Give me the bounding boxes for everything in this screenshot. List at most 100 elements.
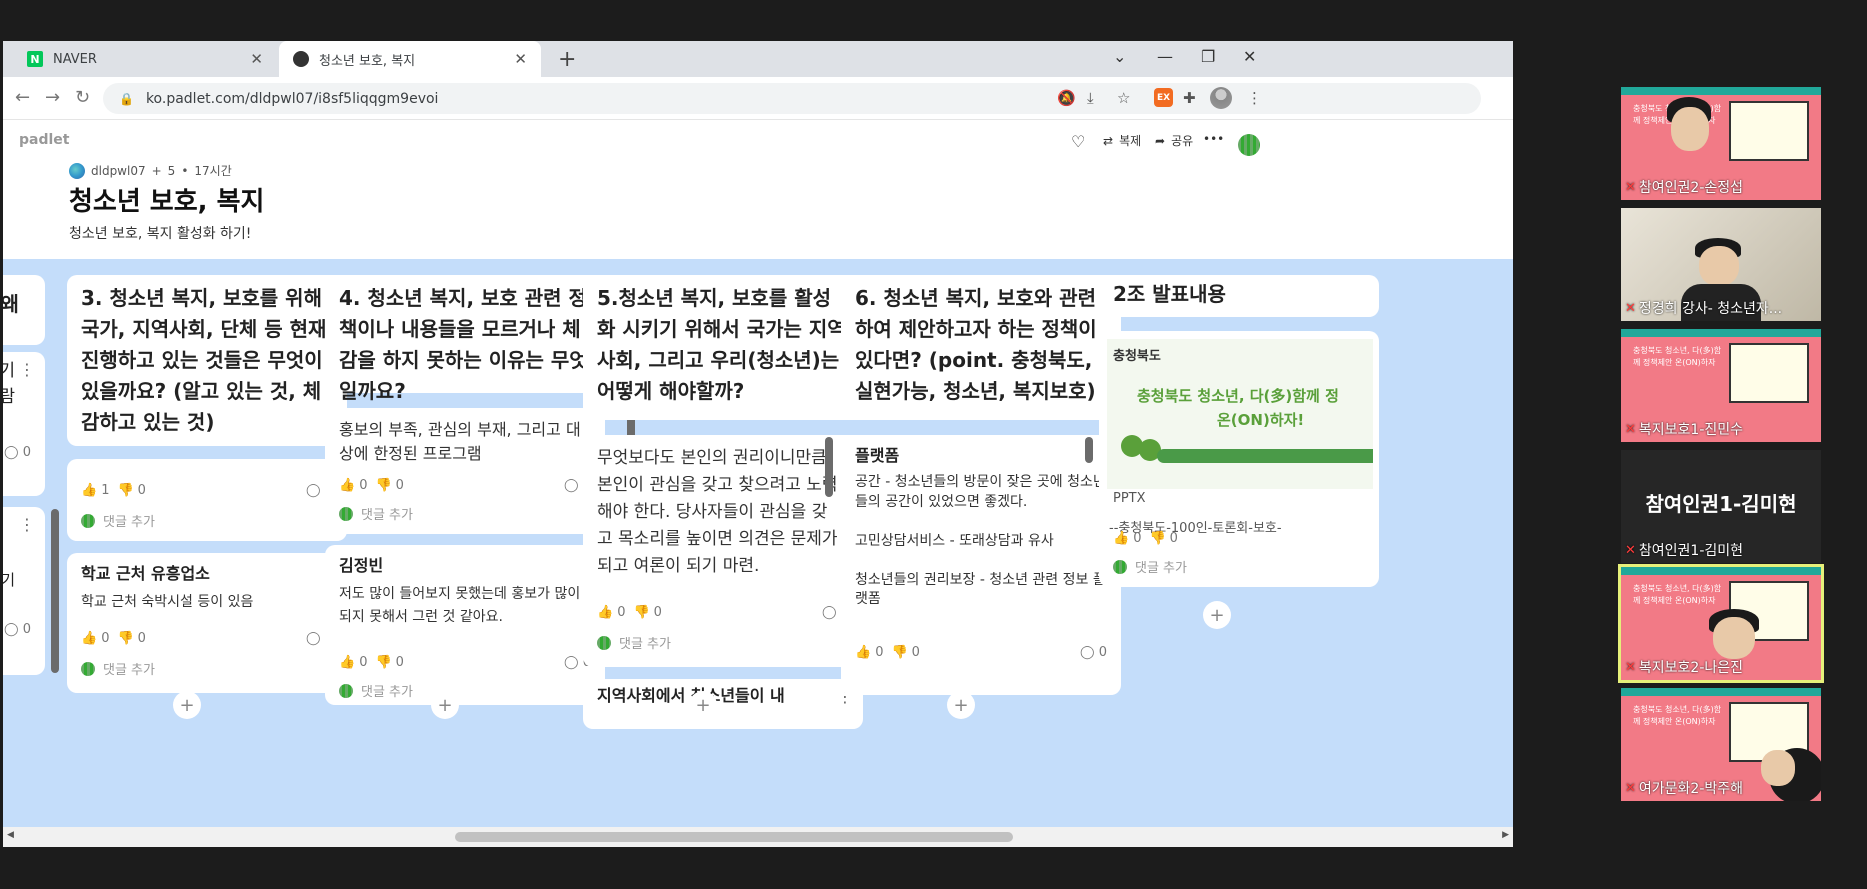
contributors-count: 5 bbox=[167, 163, 176, 178]
like-icon[interactable]: 👍 bbox=[81, 631, 97, 646]
like-icon[interactable]: 👍 bbox=[1113, 531, 1129, 546]
post-card[interactable]: ⋮ 지역사회에서 청소년들이 내 bbox=[583, 679, 863, 729]
column-scrollbar[interactable] bbox=[825, 437, 833, 497]
remix-button[interactable]: ⇄ 복제 bbox=[1103, 132, 1141, 149]
comment-count[interactable]: ◯ 0 bbox=[4, 445, 31, 460]
forward-icon[interactable]: → bbox=[45, 87, 60, 108]
add-post-button[interactable]: + bbox=[173, 691, 201, 719]
like-count: 1 bbox=[101, 483, 110, 498]
like-icon[interactable]: 👍 bbox=[855, 645, 871, 660]
new-tab-icon[interactable]: + bbox=[558, 47, 576, 72]
column-header: 5.청소년 복지, 보호를 활성화 시키기 위해서 국가는 지역사회, 그리고 … bbox=[583, 275, 863, 420]
scrollbar-thumb[interactable] bbox=[455, 832, 1013, 842]
close-window-icon[interactable]: ✕ bbox=[1243, 47, 1256, 66]
post-card[interactable]: ⋮ 김정빈 저도 많이 들어보지 못했는데 홍보가 많이 되지 못해서 그런 것… bbox=[325, 545, 605, 705]
dislike-icon[interactable]: 👎 bbox=[891, 645, 907, 660]
more-options-button[interactable]: ••• bbox=[1203, 132, 1224, 146]
tab-padlet[interactable]: 청소년 보호, 복지 ✕ bbox=[279, 41, 541, 77]
post-card[interactable]: 👍1 👎0 ◯ 0 댓글 추가 bbox=[67, 459, 347, 541]
share-button[interactable]: ➦ 공유 bbox=[1155, 132, 1193, 149]
participant-display-name: 참여인권1-김미현 bbox=[1645, 492, 1797, 516]
add-comment[interactable]: 댓글 추가 bbox=[81, 511, 155, 530]
like-icon[interactable]: 👍 bbox=[339, 655, 355, 670]
post-title: 지역사회에서 청소년들이 내 bbox=[597, 686, 785, 705]
add-post-button[interactable]: + bbox=[1203, 601, 1231, 629]
browser-menu-icon[interactable]: ⋮ bbox=[1247, 89, 1262, 107]
add-comment[interactable]: 댓글 추가 bbox=[339, 504, 413, 523]
restore-icon[interactable]: ❐ bbox=[1201, 47, 1215, 66]
notifications-blocked-icon[interactable]: 🔕 bbox=[1057, 89, 1076, 107]
dislike-icon[interactable]: 👎 bbox=[117, 483, 133, 498]
commenter-avatar bbox=[1113, 559, 1127, 574]
post-card[interactable]: ⋮ 무엇보다도 본인의 권리이니만큼 본인이 관심을 갖고 찾으려고 노력해야 … bbox=[583, 435, 863, 667]
add-post-button[interactable]: + bbox=[947, 691, 975, 719]
dislike-icon[interactable]: 👎 bbox=[375, 655, 391, 670]
slide-caption: 충청북도 청소년, 다(多)함께 정책제안 온(ON)하자 bbox=[1633, 346, 1722, 367]
bookmark-star-icon[interactable]: ☆ bbox=[1117, 89, 1130, 107]
slide-stripe bbox=[1621, 87, 1821, 95]
favorite-heart-icon[interactable]: ♡ bbox=[1071, 132, 1085, 151]
back-icon[interactable]: ← bbox=[15, 87, 30, 108]
comment-count[interactable]: ◯ 0 bbox=[4, 622, 31, 637]
author-name[interactable]: dldpwl07 bbox=[91, 164, 146, 178]
participant-tile[interactable]: ✕ 정경희 강사- 청소년자... bbox=[1621, 208, 1821, 321]
column-scrollbar[interactable] bbox=[51, 509, 59, 673]
reactions: 👍 0 👎 0 bbox=[597, 605, 662, 620]
participant-tile[interactable]: 충청북도 청소년, 다(多)함께 정책제안 온(ON)하자 ✕참여인권2-손정섭 bbox=[1621, 87, 1821, 200]
participant-face bbox=[1761, 750, 1795, 786]
close-tab-icon[interactable]: ✕ bbox=[514, 50, 527, 68]
profile-avatar[interactable] bbox=[1210, 87, 1232, 109]
extension-icon[interactable]: EX bbox=[1154, 88, 1173, 107]
column-header: 6. 청소년 복지, 보호와 관련하여 제안하고자 하는 정책이 있다면? (p… bbox=[841, 275, 1121, 420]
url-field[interactable]: 🔒 ko.padlet.com/dldpwl07/i8sf5liqqgm9evo… bbox=[103, 83, 1481, 114]
tab-naver[interactable]: N NAVER ✕ bbox=[13, 41, 277, 77]
account-avatar[interactable] bbox=[1238, 134, 1260, 156]
participant-tile[interactable]: 충청북도 청소년, 다(多)함께 정책제안 온(ON)하자 ✕ 복지보호1-진민수 bbox=[1621, 329, 1821, 442]
post-card[interactable]: 홍보의 부족, 관심의 부재, 그리고 대상에 한정된 프로그램 👍 0 👎 0 ◯… bbox=[325, 408, 605, 534]
updated-time: 17시간 bbox=[194, 164, 232, 178]
add-comment[interactable]: 댓글 추가 bbox=[1113, 557, 1187, 576]
horizontal-scrollbar[interactable]: ◀ ▶ bbox=[3, 827, 1513, 847]
slide-stripe bbox=[1621, 688, 1821, 696]
add-comment[interactable]: 댓글 추가 bbox=[81, 659, 155, 678]
dislike-icon[interactable]: 👎 bbox=[1149, 531, 1165, 546]
column-scrollbar[interactable] bbox=[1085, 437, 1093, 463]
add-comment[interactable]: 댓글 추가 bbox=[597, 633, 671, 652]
add-comment[interactable]: 댓글 추가 bbox=[339, 681, 413, 700]
post-body: 홍보의 부족, 관심의 부재, 그리고 대상에 한정된 프로그램 bbox=[339, 420, 581, 463]
padlet-logo[interactable]: padlet bbox=[19, 132, 69, 148]
participant-tile[interactable]: 참여인권1-김미현 ✕ 참여인권1-김미현 bbox=[1621, 450, 1821, 563]
minimize-icon[interactable]: — bbox=[1157, 47, 1173, 66]
post-card[interactable]: ⋮ 기 람 ◯ 0 bbox=[3, 352, 45, 496]
like-icon[interactable]: 👍 bbox=[597, 605, 613, 620]
add-post-button[interactable]: + bbox=[689, 691, 717, 719]
close-tab-icon[interactable]: ✕ bbox=[250, 50, 263, 68]
puzzle-extensions-icon[interactable]: ✚ bbox=[1183, 89, 1196, 107]
like-icon[interactable]: 👍 bbox=[339, 478, 355, 493]
post-menu-icon[interactable]: ⋮ bbox=[19, 515, 35, 534]
post-card[interactable]: ⋮ 학교 근처 유흥업소 학교 근처 숙박시설 등이 있음 👍0 👎0 ◯ 0 … bbox=[67, 553, 347, 693]
participant-tile[interactable]: 충청북도 청소년, 다(多)함께 정책제안 온(ON)하자 ✕ 여가문화2-박주해 bbox=[1621, 688, 1821, 801]
post-card[interactable]: 충청북도 충청북도 청소년, 다(多)함께 정 온(ON)하자! PPTX --… bbox=[1099, 331, 1379, 587]
board-meta: dldpwl07 + 5 • 17시간 bbox=[69, 162, 232, 179]
participant-tile-active-speaker[interactable]: 충청북도 청소년, 다(多)함께 정책제안 온(ON)하자 ✕ 복지보호2-나은진 bbox=[1618, 564, 1824, 683]
install-app-icon[interactable]: ⤓ bbox=[1087, 89, 1094, 107]
dislike-icon[interactable]: 👎 bbox=[117, 631, 133, 646]
add-post-button[interactable]: + bbox=[431, 691, 459, 719]
pptx-thumbnail[interactable]: 충청북도 충청북도 청소년, 다(多)함께 정 온(ON)하자! bbox=[1107, 339, 1373, 489]
naver-favicon-icon: N bbox=[27, 51, 43, 67]
scroll-left-icon[interactable]: ◀ bbox=[7, 830, 14, 840]
like-icon[interactable]: 👍 bbox=[81, 483, 97, 498]
dislike-count: 0 bbox=[653, 605, 662, 620]
dislike-icon[interactable]: 👎 bbox=[375, 478, 391, 493]
reactions: 👍 0 👎 0 bbox=[339, 478, 404, 493]
post-card[interactable]: ⋮ 플랫폼 공간 - 청소년들의 방문이 잦은 곳에 청소년들의 공간이 있었으… bbox=[841, 435, 1121, 695]
post-menu-icon[interactable]: ⋮ bbox=[19, 360, 35, 379]
post-card[interactable]: ⋮ 는 가기 ◯ 0 bbox=[3, 507, 45, 675]
dislike-icon[interactable]: 👎 bbox=[633, 605, 649, 620]
reload-icon[interactable]: ↻ bbox=[75, 87, 90, 108]
scroll-right-icon[interactable]: ▶ bbox=[1502, 830, 1509, 840]
tab-search-icon[interactable]: ⌄ bbox=[1113, 47, 1126, 66]
column-header-text: 왜 bbox=[3, 292, 19, 316]
mic-muted-icon: ✕ bbox=[1625, 421, 1636, 437]
